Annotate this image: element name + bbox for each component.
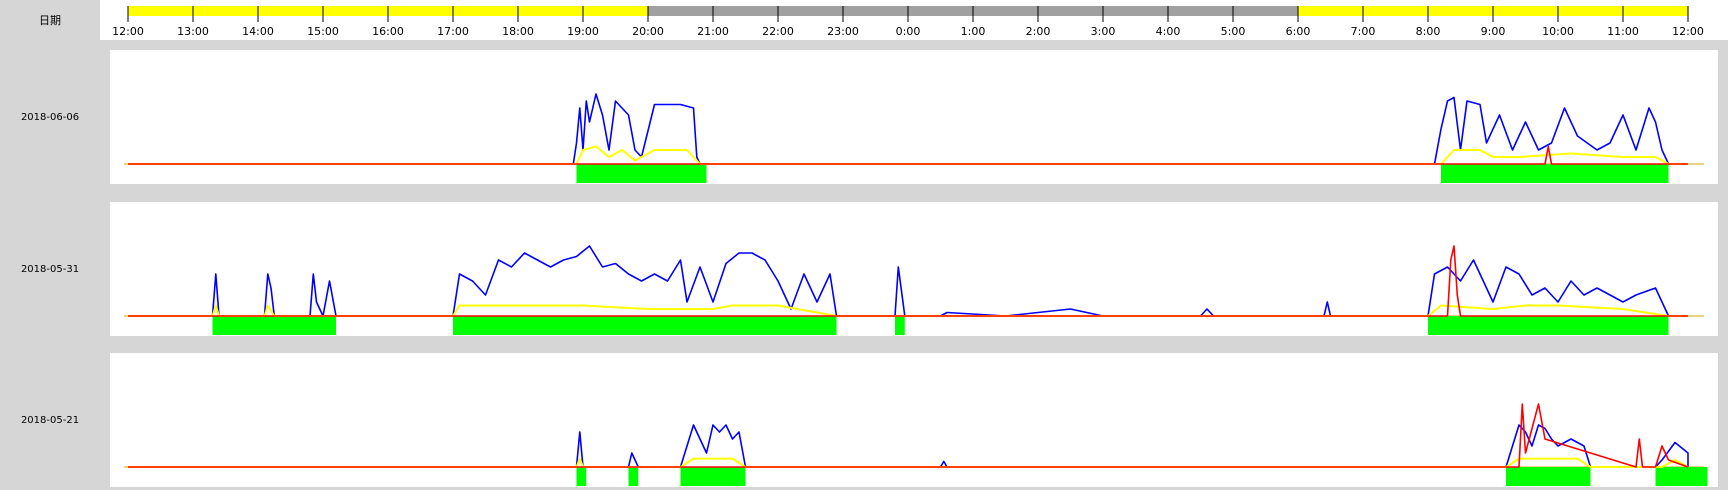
- active-period-band: [1441, 164, 1669, 183]
- active-period-band: [576, 467, 587, 486]
- active-period-band: [895, 316, 905, 335]
- active-period-band: [453, 316, 837, 335]
- row-2018-05-31: 2018-05-31: [0, 193, 1728, 341]
- active-period-band: [680, 467, 746, 486]
- row-2018-05-21: 2018-05-21: [0, 344, 1728, 490]
- active-period-band: [1506, 467, 1591, 486]
- chart-window: 日期 12:00 13:00 14:00 15:00 16:00 17:00 18:00 19…: [0, 0, 1728, 490]
- active-period-band: [212, 316, 336, 335]
- rows-area: 2018-06-06 2018-05-31 2018-05-21: [0, 41, 1728, 490]
- active-period-band: [1655, 467, 1708, 486]
- active-period-band: [576, 164, 707, 183]
- row-date-label: 2018-06-06: [21, 112, 79, 123]
- row-date-label: 2018-05-31: [21, 264, 79, 275]
- active-period-band: [628, 467, 639, 486]
- active-period-band: [1428, 316, 1669, 335]
- row-2018-06-06: 2018-06-06: [0, 41, 1728, 189]
- row-date-label: 2018-05-21: [21, 415, 79, 426]
